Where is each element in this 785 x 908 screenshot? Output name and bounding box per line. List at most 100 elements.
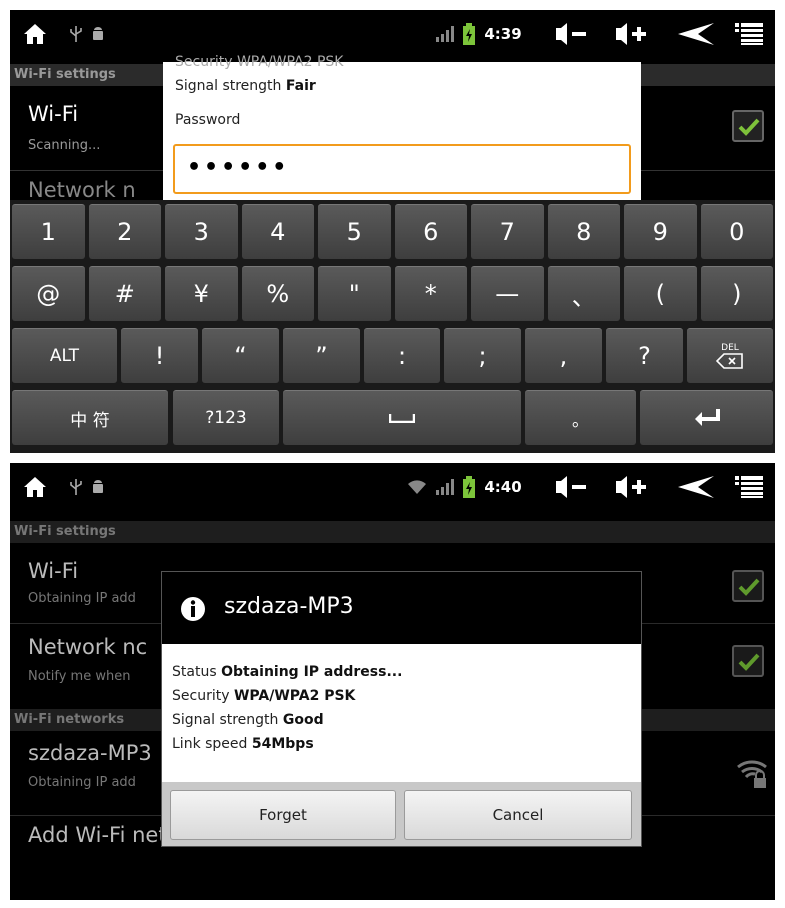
info-icon	[180, 596, 206, 622]
key-symbol-3[interactable]: %	[241, 266, 314, 321]
key-symbol-8[interactable]: (	[624, 266, 697, 321]
home-icon[interactable]	[20, 473, 50, 501]
password-label: Password	[175, 112, 241, 128]
key-punct-2[interactable]: “	[202, 328, 279, 383]
key-6[interactable]: 7	[471, 204, 544, 259]
wifi-password-dialog: Security WPA/WPA2 PSK Signal strength Fa…	[163, 54, 641, 200]
link-speed-row: Link speed 54Mbps	[172, 736, 314, 752]
menu-icon[interactable]	[732, 20, 766, 48]
key-punct-4[interactable]: :	[364, 328, 440, 383]
key-punct-6[interactable]: ,	[525, 328, 602, 383]
enter-icon	[694, 409, 720, 426]
chinese-symbol-key[interactable]: 中 符	[12, 390, 168, 445]
key-symbol-1[interactable]: #	[88, 266, 161, 321]
wifi-signal-icon	[406, 477, 428, 497]
alt-key[interactable]: ALT	[12, 328, 117, 383]
security-row: Security WPA/WPA2 PSK	[172, 688, 355, 704]
key-2[interactable]: 3	[165, 204, 238, 259]
volume-down-icon[interactable]	[552, 473, 592, 501]
network-notify-title[interactable]: Network nc	[28, 635, 162, 659]
key-punct-1[interactable]: !	[121, 328, 198, 383]
menu-icon[interactable]	[732, 473, 766, 501]
network-notify-title-partial[interactable]: Network n	[28, 178, 163, 200]
status-bar: 4:40	[10, 463, 775, 511]
network-notify-subtitle: Notify me when	[28, 669, 131, 684]
signal-strength-value: Fair	[285, 78, 316, 94]
wifi-pref-subtitle: Scanning...	[28, 138, 101, 153]
key-3[interactable]: 4	[241, 204, 314, 259]
volume-up-icon[interactable]	[612, 20, 652, 48]
key-symbol-7[interactable]: 、	[547, 266, 620, 321]
signal-icon	[434, 24, 456, 44]
wifi-pref-subtitle: Obtaining IP add	[28, 591, 136, 606]
dialog-title: szdaza-MP3	[224, 594, 354, 619]
wifi-pref-title[interactable]: Wi-Fi	[28, 559, 168, 583]
key-symbol-6[interactable]: —	[471, 266, 544, 321]
key-punct-5[interactable]: ;	[444, 328, 521, 383]
cancel-button[interactable]: Cancel	[404, 790, 632, 840]
wifi-checkbox[interactable]	[732, 110, 764, 142]
wifi-checkbox[interactable]	[732, 570, 764, 602]
key-symbol-0[interactable]: @	[12, 266, 85, 321]
wifi-locked-icon	[736, 757, 768, 789]
space-key[interactable]	[283, 390, 521, 445]
key-1[interactable]: 2	[88, 204, 161, 259]
volume-down-icon[interactable]	[552, 20, 592, 48]
key-punct-3[interactable]: ”	[283, 328, 360, 383]
battery-icon	[462, 475, 476, 499]
key-punct-7[interactable]: ?	[606, 328, 683, 383]
home-icon[interactable]	[20, 20, 50, 48]
back-icon[interactable]	[674, 473, 718, 501]
key-8[interactable]: 9	[624, 204, 697, 259]
dialog-button-bar: Forget Cancel	[162, 782, 641, 846]
link-speed-label: Link speed	[172, 736, 248, 752]
enter-key[interactable]	[640, 390, 773, 445]
network-item-title[interactable]: szdaza-MP3	[28, 741, 162, 765]
network-details-dialog: szdaza-MP3 Status Obtaining IP address..…	[161, 571, 642, 847]
dialog-title-bar: szdaza-MP3	[162, 572, 641, 644]
key-7[interactable]: 8	[547, 204, 620, 259]
key-symbol-2[interactable]: ¥	[165, 266, 238, 321]
network-notify-checkbox[interactable]	[732, 645, 764, 677]
clock: 4:39	[484, 25, 522, 43]
usb-icon	[68, 477, 84, 497]
key-symbol-9[interactable]: )	[700, 266, 773, 321]
wifi-dialog-screenshot: 4:40 Wi-Fi settings Wi-Fi Obtaining IP a…	[10, 463, 775, 900]
status-value: Obtaining IP address...	[221, 664, 403, 680]
status-label: Status	[172, 664, 217, 680]
soft-keyboard: 1234567890 @ # ¥% " * —、() ALT! “”:;,? DEL 中 符?…	[10, 200, 775, 453]
security-label: Security	[172, 688, 230, 704]
android-debug-icon	[90, 24, 106, 44]
key-5[interactable]: 6	[394, 204, 467, 259]
status-bar: 4:39	[10, 10, 775, 58]
signal-strength-value: Good	[282, 712, 324, 728]
wifi-pref-title[interactable]: Wi-Fi	[28, 102, 158, 126]
keyboard-screenshot: 4:39 Wi-Fi settings Wi-Fi Scanning... Ne…	[10, 10, 775, 453]
signal-strength-row: Signal strength Fair	[175, 78, 316, 94]
usb-icon	[68, 24, 84, 44]
key-0[interactable]: 1	[12, 204, 85, 259]
android-debug-icon	[90, 477, 106, 497]
signal-icon	[434, 477, 456, 497]
key-symbol-5[interactable]: *	[394, 266, 467, 321]
volume-up-icon[interactable]	[612, 473, 652, 501]
key-9[interactable]: 0	[700, 204, 773, 259]
forget-button[interactable]: Forget	[170, 790, 396, 840]
security-row-partial: Security WPA/WPA2 PSK	[175, 54, 344, 70]
symbols-key[interactable]: ?123	[173, 390, 279, 445]
delete-key[interactable]: DEL	[687, 328, 773, 383]
key-4[interactable]: 5	[318, 204, 391, 259]
signal-strength-row: Signal strength Good	[172, 712, 324, 728]
link-speed-value: 54Mbps	[251, 736, 314, 752]
key-symbol-4[interactable]: "	[318, 266, 391, 321]
delete-icon: DEL	[716, 343, 744, 369]
clock: 4:40	[484, 478, 522, 496]
back-icon[interactable]	[674, 20, 718, 48]
password-input[interactable]: ••••••	[173, 144, 631, 194]
signal-strength-label: Signal strength	[172, 712, 279, 728]
battery-icon	[462, 22, 476, 46]
period-key[interactable]: 。	[525, 390, 636, 445]
signal-strength-label: Signal strength	[175, 78, 282, 94]
space-bar-icon	[389, 414, 415, 423]
security-value: WPA/WPA2 PSK	[233, 688, 356, 704]
